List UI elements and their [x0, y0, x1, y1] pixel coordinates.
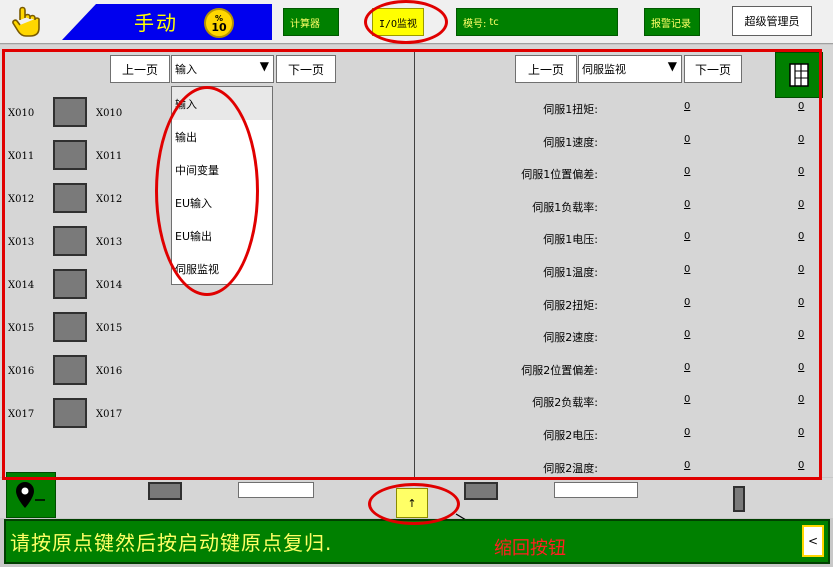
value-field[interactable] [238, 482, 314, 498]
annotation-collapse-note: 缩回按钮 [494, 538, 566, 559]
hand-mode-button[interactable] [6, 4, 46, 40]
io-indicator [148, 482, 182, 500]
status-bar: 请按原点键然后按启动键原点复归. < [4, 519, 830, 564]
scroll-indicator[interactable] [733, 486, 745, 512]
chevron-left-icon: < [807, 534, 819, 548]
annotation-main-area [2, 49, 822, 480]
alarm-log-button[interactable]: 报警记录 [644, 8, 700, 36]
user-button[interactable]: 超级管理员 [732, 6, 812, 36]
hand-icon [12, 6, 40, 37]
status-message: 请按原点键然后按启动键原点复归. [10, 531, 333, 555]
mode-label: 手动 [134, 11, 178, 35]
map-pin-icon [16, 482, 45, 508]
speed-badge[interactable]: % 10 [204, 8, 234, 38]
model-display: 模号: tc [456, 8, 618, 36]
calculator-button[interactable]: 计算器 [283, 8, 339, 36]
collapse-button[interactable]: < [802, 525, 824, 557]
annotation-up-button [368, 483, 460, 525]
annotation-dropdown [155, 86, 259, 296]
value-field[interactable] [554, 482, 638, 498]
annotation-io-monitor [364, 0, 448, 44]
io-indicator [464, 482, 498, 500]
speed-value: 10 [211, 21, 227, 34]
